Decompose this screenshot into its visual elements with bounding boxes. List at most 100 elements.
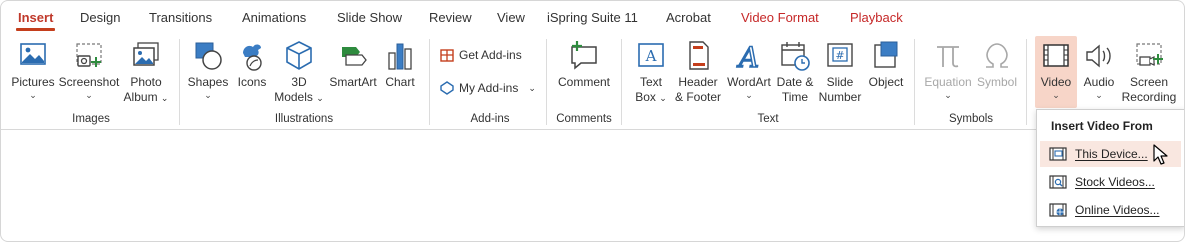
pictures-label: Pictures [11,75,55,89]
film-globe-icon [1049,203,1067,217]
slide-number-label-1: Slide [826,75,854,89]
get-add-ins-button[interactable]: Get Add-ins [439,47,522,63]
shapes-button[interactable]: Shapes ⌄ [186,39,230,100]
store-icon [440,49,454,62]
equation-label: Equation [924,75,972,89]
object-label: Object [868,75,904,89]
photo-album-button[interactable]: Photo Album ⌄ [121,39,171,106]
comment-button[interactable]: Comment [555,39,613,90]
tab-transitions[interactable]: Transitions [149,10,212,25]
tab-slide-show[interactable]: Slide Show [337,10,402,25]
text-box-button[interactable]: A Text Box ⌄ [631,39,671,106]
group-divider [621,39,622,125]
symbols-group-label: Symbols [948,113,994,125]
shapes-label: Shapes [187,75,229,89]
date-time-button[interactable]: Date & Time [774,39,816,105]
3d-models-label-1: 3D [291,75,307,89]
screen-recording-button[interactable]: Screen Recording [1121,39,1177,105]
text-group-label: Text [757,113,779,125]
chevron-down-icon: ⌄ [528,82,536,93]
pictures-button[interactable]: Pictures ⌄ [10,39,56,100]
ribbon-insert-panel: Pictures ⌄ Screenshot ⌄ Photo Album ⌄ Im… [1,35,1184,130]
omega-icon [986,43,1008,68]
smartart-button[interactable]: SmartArt [327,39,379,90]
header-footer-icon [689,41,709,70]
chevron-down-icon: ⌄ [85,90,93,100]
group-divider [179,39,180,125]
images-group-label: Images [72,113,110,125]
svg-text:#: # [835,49,844,62]
group-divider [914,39,915,125]
film-computer-icon [1049,147,1067,161]
comments-group-label: Comments [556,113,612,125]
chevron-down-icon: ⌄ [29,90,37,100]
chevron-down-icon: ⌄ [1052,90,1060,100]
3d-models-label-2: Models ⌄ [274,90,324,104]
header-footer-label-1: Header [678,75,718,89]
online-videos-label: Online Videos... [1075,203,1160,217]
chart-icon [388,43,412,70]
chevron-down-icon: ⌄ [1095,90,1103,100]
smartart-icon [342,47,367,66]
slide-number-button[interactable]: # Slide Number [817,39,863,105]
icons-icon [243,44,262,71]
chevron-down-icon: ⌄ [745,90,753,100]
video-label: Video [1040,75,1072,89]
text-box-label-1: Text [639,75,662,89]
tab-playback[interactable]: Playback [850,10,903,25]
chart-label: Chart [385,75,415,89]
add-ins-icon [440,81,454,95]
slide-number-icon: # [827,43,853,67]
tab-insert[interactable]: Insert [15,10,56,31]
object-icon [874,41,898,68]
tab-acrobat[interactable]: Acrobat [666,10,711,25]
tab-ispring-suite[interactable]: iSpring Suite 11 [547,10,638,25]
tab-view[interactable]: View [497,10,525,25]
chevron-down-icon: ⌄ [204,90,212,100]
audio-label: Audio [1083,75,1115,89]
tab-video-format[interactable]: Video Format [741,10,819,25]
slide-number-label-2: Number [818,90,862,104]
photo-album-icon [133,42,159,66]
symbol-button[interactable]: Symbol [975,39,1019,90]
this-device-label: This Device... [1075,147,1148,161]
photo-album-label-2: Album ⌄ [123,90,169,104]
my-add-ins-label: My Add-ins [459,81,519,95]
3d-models-button[interactable]: 3D Models ⌄ [273,39,325,106]
tab-design[interactable]: Design [80,10,120,25]
online-videos-menu-item[interactable]: Online Videos... [1040,197,1181,223]
icons-label: Icons [237,75,267,89]
text-box-label-2: Box ⌄ [635,90,667,104]
chart-button[interactable]: Chart [382,39,418,90]
equation-button[interactable]: Equation ⌄ [921,39,975,100]
group-divider [1026,39,1027,125]
header-footer-button[interactable]: Header & Footer [673,39,723,105]
tab-review[interactable]: Review [429,10,472,25]
speaker-icon [1086,44,1111,68]
film-search-icon [1049,175,1067,189]
screenshot-button[interactable]: Screenshot ⌄ [59,39,119,100]
object-button[interactable]: Object [865,39,907,90]
wordart-button[interactable]: A WordArt ⌄ [725,39,773,100]
group-divider [429,39,430,125]
video-button[interactable]: Video ⌄ [1035,39,1077,100]
symbol-label: Symbol [976,75,1017,89]
tab-animations[interactable]: Animations [242,10,306,25]
stock-videos-label: Stock Videos... [1075,175,1155,189]
screenshot-label: Screenshot [58,75,120,89]
insert-video-dropdown: Insert Video From This Device... Stock V… [1036,109,1184,227]
wordart-label: WordArt [727,75,771,89]
screen-recording-label-1: Screen [1129,75,1169,89]
comment-icon [571,41,597,70]
date-time-label-1: Date & [776,75,814,89]
comment-label: Comment [557,75,610,89]
icons-button[interactable]: Icons [233,39,271,90]
audio-button[interactable]: Audio ⌄ [1079,39,1119,100]
stock-videos-menu-item[interactable]: Stock Videos... [1040,169,1181,195]
shapes-icon [195,42,222,70]
wordart-icon: A [735,40,760,73]
film-strip-icon [1043,44,1069,67]
pictures-icon [20,43,46,65]
illustrations-group-label: Illustrations [274,113,334,125]
my-add-ins-button[interactable]: My Add-ins ⌄ [439,80,536,96]
